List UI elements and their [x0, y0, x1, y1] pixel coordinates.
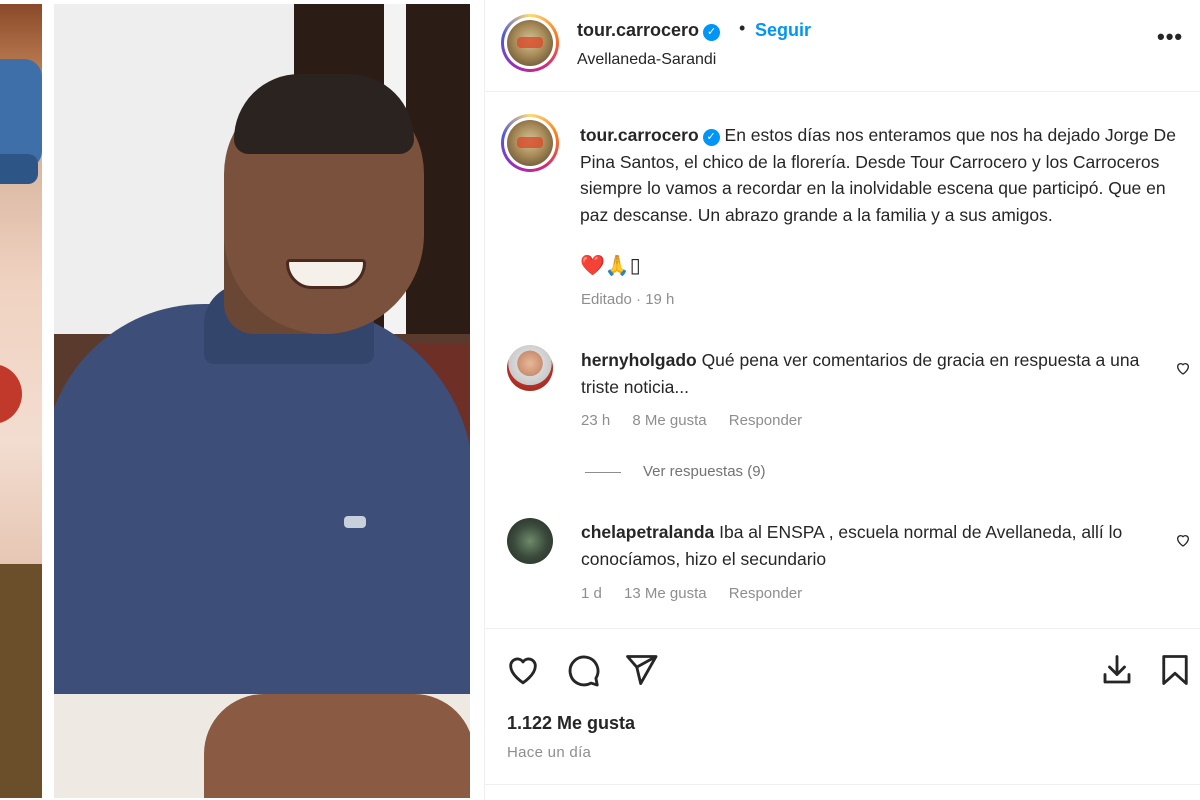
author-username-text[interactable]: tour.carrocero — [577, 20, 699, 40]
verified-badge-icon: ✓ — [703, 24, 721, 41]
comment-text: chelapetralanda Iba al ENSPA , escuela n… — [581, 519, 1151, 573]
comment-likes[interactable]: 8 Me gusta — [632, 412, 706, 429]
caption-username[interactable]: tour.carrocero — [580, 125, 699, 145]
caption-edited-time: Editado · 19 h — [581, 291, 675, 308]
comment-username[interactable]: hernyholgado — [581, 350, 697, 370]
actions-divider — [485, 628, 1200, 629]
media-photo-main — [54, 4, 470, 798]
author-avatar[interactable] — [501, 14, 559, 72]
post-location[interactable]: Avellaneda-Sarandi — [577, 51, 716, 69]
media-photo-left — [0, 4, 42, 798]
post-timestamp: Hace un día — [507, 744, 592, 761]
share-icon[interactable] — [623, 652, 659, 688]
comment-meta: 1 d 13 Me gusta Responder — [581, 585, 820, 602]
comment-meta: 23 h 8 Me gusta Responder — [581, 412, 820, 429]
comment-icon[interactable] — [565, 652, 601, 688]
bottom-divider — [485, 784, 1200, 785]
bookmark-icon[interactable] — [1157, 652, 1193, 688]
header-separator: • — [739, 18, 746, 38]
reply-button[interactable]: Responder — [729, 585, 802, 602]
verified-badge-icon: ✓ — [702, 129, 720, 146]
caption-text: tour.carrocero ✓ En estos días nos entera… — [580, 122, 1180, 228]
comment-likes[interactable]: 13 Me gusta — [624, 585, 707, 602]
post-media[interactable] — [0, 0, 478, 800]
reply-button[interactable]: Responder — [729, 412, 802, 429]
post-panel: tour.carrocero ✓ • Seguir Avellaneda-Sara… — [484, 0, 1200, 800]
comment-time[interactable]: 23 h — [581, 412, 610, 429]
comment-username[interactable]: chelapetralanda — [581, 522, 714, 542]
replies-divider — [585, 471, 621, 473]
comment-like-heart-icon[interactable] — [1175, 532, 1191, 548]
comment-like-heart-icon[interactable] — [1175, 360, 1191, 376]
caption-emojis: ❤️🙏▯ — [580, 255, 641, 277]
heart-icon[interactable] — [505, 652, 541, 688]
follow-button[interactable]: Seguir — [755, 20, 811, 41]
comment-text: hernyholgado Qué pena ver comentarios de… — [581, 347, 1151, 401]
commenter-avatar[interactable] — [507, 345, 553, 391]
caption-author-avatar[interactable] — [501, 114, 559, 172]
comment-time[interactable]: 1 d — [581, 585, 602, 602]
commenter-avatar[interactable] — [507, 518, 553, 564]
author-username[interactable]: tour.carrocero ✓ — [577, 20, 721, 41]
view-replies-button[interactable]: Ver respuestas (9) — [585, 463, 766, 480]
view-replies-label[interactable]: Ver respuestas (9) — [643, 463, 766, 480]
download-icon[interactable] — [1099, 652, 1135, 688]
more-options-icon[interactable]: ••• — [1157, 24, 1183, 50]
post-header: tour.carrocero ✓ • Seguir Avellaneda-Sara… — [485, 0, 1200, 92]
likes-count[interactable]: 1.122 Me gusta — [507, 713, 635, 734]
